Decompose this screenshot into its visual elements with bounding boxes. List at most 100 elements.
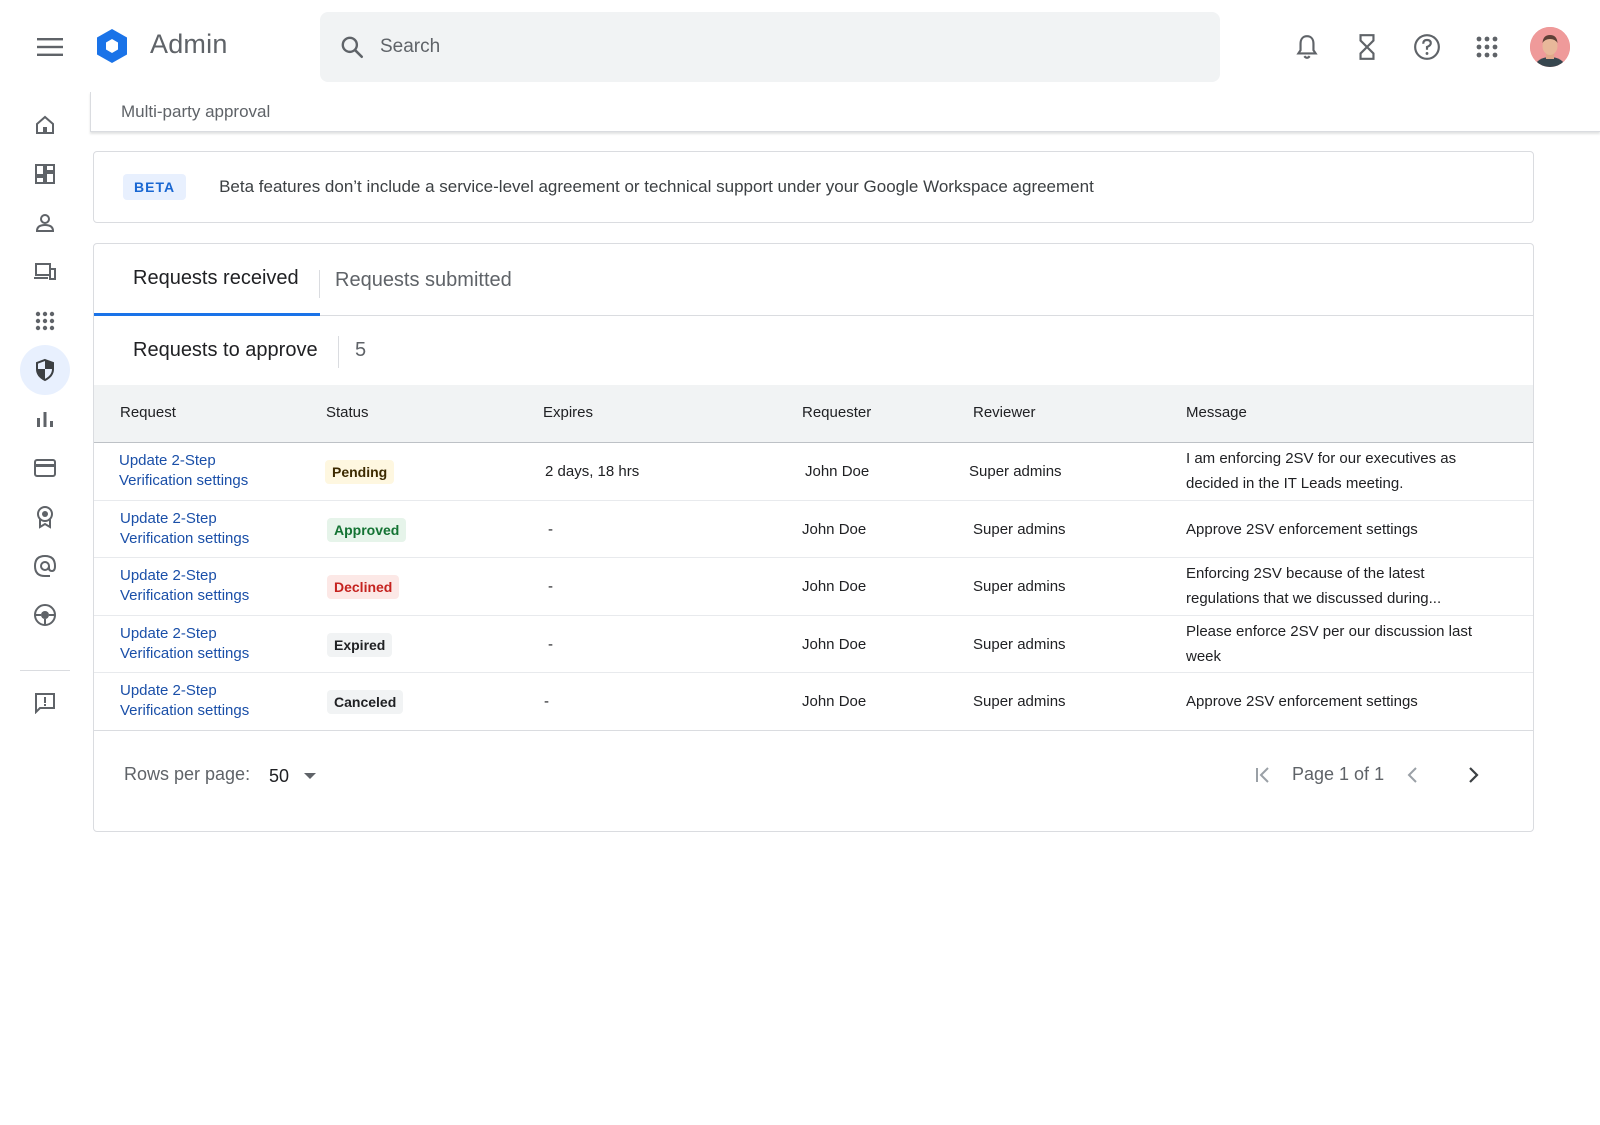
request-link[interactable]: Update 2-Step Verification settings — [120, 681, 249, 721]
nav-email[interactable] — [20, 541, 70, 591]
avatar[interactable] — [1530, 27, 1570, 67]
status-badge: Approved — [327, 517, 407, 542]
chevron-left-icon — [1407, 767, 1417, 783]
expires-value: 2 days, 18 hrs — [545, 463, 640, 480]
account-icon — [34, 604, 56, 626]
next-page-button[interactable] — [1454, 756, 1492, 794]
hamburger-icon — [37, 38, 63, 56]
email-icon — [33, 554, 57, 577]
app-title[interactable]: Admin — [150, 29, 228, 60]
nav-home[interactable] — [20, 100, 70, 150]
search-bar[interactable] — [320, 12, 1220, 82]
breadcrumb-current: Multi-party approval — [121, 102, 271, 121]
rows-per-page-value: 50 — [269, 765, 290, 786]
admin-logo-icon — [97, 29, 127, 63]
notifications-button[interactable] — [1290, 30, 1324, 64]
billing-icon — [34, 459, 56, 477]
message-value: Enforcing 2SV because of the latest regu… — [1186, 565, 1442, 607]
expires-value: - — [548, 578, 553, 595]
tab-requests-submitted[interactable]: Requests submitted — [335, 244, 512, 316]
tab-separator — [319, 270, 320, 298]
beta-badge: BETA — [123, 174, 187, 200]
nav-rules[interactable] — [20, 492, 70, 542]
status-badge: Declined — [327, 575, 400, 599]
reviewer-value: Super admins — [969, 463, 1062, 480]
message-value: Approve 2SV enforcement settings — [1186, 693, 1418, 710]
main-menu-button[interactable] — [30, 29, 70, 65]
table-row[interactable]: Update 2-Step Verification settings Pendi… — [94, 443, 1533, 501]
admin-logo[interactable] — [94, 28, 130, 64]
home-icon — [36, 115, 54, 134]
rules-icon — [37, 506, 53, 529]
requester-value: John Doe — [802, 635, 867, 653]
search-icon[interactable] — [336, 31, 368, 63]
tab-requests-received[interactable]: Requests received — [94, 244, 320, 316]
nav-feedback[interactable] — [20, 678, 70, 728]
dashboard-icon — [35, 164, 55, 184]
beta-banner: BETA Beta features don’t include a servi… — [93, 151, 1534, 223]
status-badge: Expired — [327, 632, 393, 657]
reviewer-value: Super admins — [973, 693, 1066, 710]
nav-apps[interactable] — [20, 296, 70, 346]
nav-account[interactable] — [20, 590, 70, 640]
status-badge: Canceled — [327, 690, 404, 714]
rail-divider — [20, 670, 70, 671]
rows-per-page-select[interactable]: 50 — [269, 762, 317, 790]
requester-value: John Doe — [802, 693, 867, 710]
tasks-button[interactable] — [1350, 30, 1384, 64]
request-link[interactable]: Update 2-Step Verification settings — [120, 566, 249, 606]
chevron-right-icon — [1469, 767, 1479, 783]
section-title: Requests to approve — [133, 339, 318, 361]
tab-bar: Requests received Requests submitted — [94, 244, 1533, 316]
reviewer-value: Super admins — [973, 578, 1066, 595]
table-row[interactable]: Update 2-Step Verification settings Decli… — [94, 558, 1533, 616]
table-header: Request Status Expires Requester Reviewe… — [94, 385, 1533, 443]
message-value: I am enforcing 2SV for our executives as… — [1186, 450, 1457, 492]
nav-security[interactable] — [20, 345, 70, 395]
beta-notice-text: Beta features don’t include a service-le… — [219, 177, 1094, 196]
page-indicator: Page 1 of 1 — [1292, 764, 1385, 784]
nav-users[interactable] — [20, 198, 70, 248]
user-icon — [35, 214, 55, 232]
column-header-requester[interactable]: Requester — [802, 404, 871, 421]
column-header-reviewer[interactable]: Reviewer — [973, 404, 1036, 421]
expires-value: - — [544, 693, 549, 710]
table-row[interactable]: Update 2-Step Verification settings Expir… — [94, 616, 1533, 673]
message-value: Please enforce 2SV per our discussion la… — [1186, 622, 1472, 665]
column-header-status[interactable]: Status — [326, 404, 369, 421]
request-link[interactable]: Update 2-Step Verification settings — [120, 509, 249, 549]
expires-value: - — [548, 635, 553, 653]
requester-value: John Doe — [802, 520, 867, 538]
table-row[interactable]: Update 2-Step Verification settings Appro… — [94, 501, 1533, 558]
request-link[interactable]: Update 2-Step Verification settings — [120, 624, 249, 664]
section-separator — [338, 336, 339, 368]
request-count: 5 — [355, 339, 367, 361]
dropdown-arrow-icon — [304, 773, 317, 779]
pagination-bar: Rows per page: 50 Page 1 of 1 — [94, 736, 1533, 816]
nav-dashboard[interactable] — [20, 149, 70, 199]
apps-button[interactable] — [1470, 30, 1504, 64]
table-row[interactable]: Update 2-Step Verification settings Cance… — [94, 673, 1533, 731]
request-link[interactable]: Update 2-Step Verification settings — [119, 451, 248, 491]
reports-icon — [37, 412, 53, 427]
nav-devices[interactable] — [20, 247, 70, 297]
column-header-message[interactable]: Message — [1186, 404, 1247, 421]
column-header-expires[interactable]: Expires — [543, 404, 593, 421]
help-button[interactable] — [1410, 30, 1444, 64]
security-shield-icon — [36, 358, 54, 382]
nav-reports[interactable] — [20, 394, 70, 444]
search-input[interactable] — [380, 36, 1180, 58]
first-page-button[interactable] — [1244, 756, 1282, 794]
requests-table: Request Status Expires Requester Reviewe… — [94, 385, 1533, 731]
top-bar: Admin — [0, 0, 1600, 92]
previous-page-button[interactable] — [1394, 756, 1432, 794]
breadcrumb: Multi-party approval — [90, 92, 1600, 132]
column-header-request[interactable]: Request — [120, 404, 176, 421]
message-value: Approve 2SV enforcement settings — [1186, 520, 1418, 538]
apps-grid-icon — [1476, 36, 1498, 58]
requester-value: John Doe — [805, 463, 870, 480]
requester-value: John Doe — [802, 578, 867, 595]
rows-per-page-label: Rows per page: — [124, 764, 251, 784]
nav-billing[interactable] — [20, 443, 70, 493]
apps-icon — [35, 311, 55, 331]
